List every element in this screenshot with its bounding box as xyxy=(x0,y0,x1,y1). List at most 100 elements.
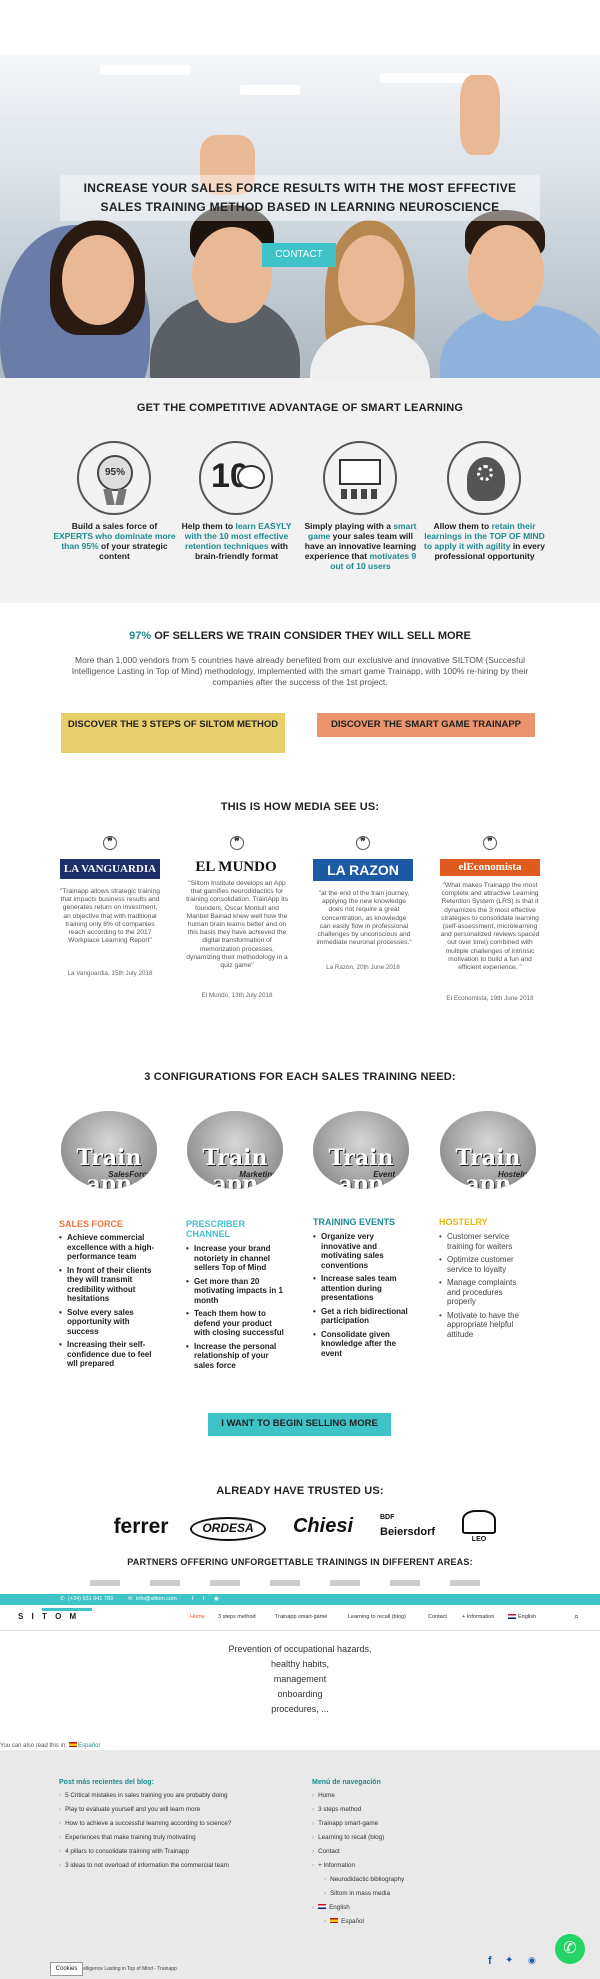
footer-blog-link[interactable]: Experiences that make training truly mot… xyxy=(59,1831,289,1845)
configs-title: 3 CONFIGURATIONS FOR EACH SALES TRAINING… xyxy=(144,1071,456,1083)
trainapp-tag: SalesForce xyxy=(108,1170,151,1179)
spanish-link[interactable]: Español xyxy=(78,1743,100,1749)
spain-flag-icon xyxy=(330,1918,339,1923)
gear-shape xyxy=(477,465,493,481)
ordesa-logo: ORDESA xyxy=(190,1517,266,1541)
team-screen-icon xyxy=(323,441,397,515)
trusted-title: ALREADY HAVE TRUSTED US: xyxy=(216,1485,384,1497)
config-point: Motivate to have the appropriate helpful… xyxy=(439,1311,531,1340)
person-face xyxy=(338,235,404,323)
hero-title-line: SALES TRAINING METHOD BASED IN LEARNING … xyxy=(100,200,500,214)
beiersdorf-logo: Beiersdorf xyxy=(380,1526,436,1538)
search-icon[interactable]: ⌕ xyxy=(574,1611,579,1622)
footer-blog-heading: Post más recientes del blog: xyxy=(59,1779,154,1786)
logo-accent xyxy=(42,1608,92,1611)
footer-blog-link[interactable]: 4 pillars to consolidate training with T… xyxy=(59,1845,289,1859)
ribbon xyxy=(103,489,115,505)
nav-3-steps[interactable]: 3 steps method xyxy=(218,1614,256,1620)
stats-headline: 97% OF SELLERS WE TRAIN CONSIDER THEY WI… xyxy=(0,630,600,642)
footer-menu-link[interactable]: Contact xyxy=(312,1845,512,1859)
uk-flag-icon xyxy=(318,1904,327,1909)
nav-information[interactable]: + Information xyxy=(462,1614,494,1620)
ceiling-light xyxy=(380,73,470,83)
footer-submenu-link[interactable]: Neurodidactic bibliography xyxy=(324,1873,512,1887)
media-quote: "at the end of the train journey, applyi… xyxy=(316,890,412,947)
medal-badge: 95% xyxy=(97,455,133,491)
config-title-channel: PRESCRIBER CHANNEL xyxy=(186,1219,246,1239)
config-point: Get a rich bidirectional participation xyxy=(313,1307,411,1326)
ceiling-light xyxy=(240,85,300,95)
discover-trainapp-button[interactable]: DISCOVER THE SMART GAME TRAINAPP xyxy=(317,713,535,737)
footer-language-english[interactable]: English xyxy=(312,1901,512,1915)
footer-language-label: English xyxy=(329,1904,350,1911)
trainapp-tag: Hostelry xyxy=(497,1170,530,1179)
site-logo[interactable]: S I T O M xyxy=(18,1612,79,1621)
phone-number[interactable]: (+34) 931 641 783 xyxy=(68,1594,113,1605)
quote-icon: ❞ xyxy=(230,836,244,850)
nav-trainapp[interactable]: Trainapp smart-game xyxy=(275,1614,327,1620)
footer-menu-link[interactable]: Trainapp smart-game xyxy=(312,1817,512,1831)
advantage-text: Build a sales force of xyxy=(71,521,158,531)
footer-facebook-icon[interactable]: f xyxy=(488,1955,492,1967)
training-topic: management xyxy=(273,1674,327,1684)
footer-menu-link[interactable]: Learning to recall (blog) xyxy=(312,1831,512,1845)
footer-blog-link[interactable]: How to achieve a successful learning acc… xyxy=(59,1817,289,1831)
config-point: Consolidate given knowledge after the ev… xyxy=(313,1330,411,1359)
config-title-salesforce: SALES FORCE xyxy=(59,1219,124,1229)
partner-logos-strip xyxy=(90,1580,510,1586)
discover-siltom-button[interactable]: DISCOVER THE 3 STEPS OF SILTOM METHOD xyxy=(61,713,285,753)
person-face xyxy=(62,235,134,325)
footer-menu-link[interactable]: Home xyxy=(312,1789,512,1803)
config-point: Increasing their self-confidence due to … xyxy=(59,1340,163,1369)
nav-contact[interactable]: Contact xyxy=(428,1614,447,1620)
whatsapp-icon[interactable]: ✆ xyxy=(555,1934,585,1964)
lavanguardia-logo: LA VANGUARDIA xyxy=(60,859,160,879)
partners-title: PARTNERS OFFERING UNFORGETTABLE TRAINING… xyxy=(127,1557,473,1567)
config-point: Manage complaints and procedures properl… xyxy=(439,1278,531,1307)
facebook-icon[interactable]: f xyxy=(192,1594,194,1605)
trainapp-word: Train app xyxy=(328,1145,394,1189)
nav-home[interactable]: Home xyxy=(190,1614,205,1620)
bdf-label: BDF xyxy=(380,1514,395,1521)
head-gears-icon xyxy=(447,441,521,515)
trainapp-word: Train app xyxy=(76,1145,142,1189)
trainapp-word: Train app xyxy=(202,1145,268,1189)
stats-percentage: 97% xyxy=(129,630,152,642)
footer-blog-link[interactable]: 5 Critical mistakes in sales training yo… xyxy=(59,1789,289,1803)
config-point: Teach them how to defend your product wi… xyxy=(186,1309,286,1338)
ceiling-light xyxy=(100,65,190,75)
config-point: Achieve commercial excellence with a hig… xyxy=(59,1233,163,1262)
hero-title-line: INCREASE YOUR SALES FORCE RESULTS WITH T… xyxy=(83,181,517,195)
footer-language-spanish[interactable]: Español xyxy=(324,1915,512,1929)
uk-flag-icon xyxy=(508,1614,516,1619)
footer-menu-link[interactable]: 3 steps method xyxy=(312,1803,512,1817)
ten-brain-icon: 10 xyxy=(199,441,273,515)
ribbon xyxy=(115,489,127,505)
contact-button[interactable]: CONTACT xyxy=(262,243,336,267)
footer-blog-link[interactable]: Play to evaluate yourself and you will l… xyxy=(59,1803,289,1817)
footer-submenu-link[interactable]: Siltom in mass media xyxy=(324,1887,512,1901)
advantage-item-game: Simply playing with a smart game your sa… xyxy=(298,521,423,571)
footer-blog-list: 5 Critical mistakes in sales training yo… xyxy=(59,1789,289,1873)
footer-menu-link[interactable]: + Information xyxy=(312,1859,512,1873)
eleconomista-logo: elEconomista xyxy=(440,859,540,876)
language-note: You can also read this in: Español xyxy=(0,1742,100,1749)
begin-selling-button[interactable]: I WANT TO BEGIN SELLING MORE xyxy=(208,1413,391,1436)
footer-blog-link[interactable]: 3 ideas to not overload of information t… xyxy=(59,1859,289,1873)
email-link[interactable]: info@siltom.com xyxy=(136,1594,177,1605)
hero-banner: INCREASE YOUR SALES FORCE RESULTS WITH T… xyxy=(0,55,600,378)
media-date: La Vanguardia, 15th July 2018 xyxy=(67,970,153,977)
cookies-button[interactable]: Cookies xyxy=(50,1962,83,1976)
media-date: El Mundo, 13th July 2018 xyxy=(201,992,273,999)
advantage-text: of your strategic content xyxy=(98,541,168,561)
advantage-item-retain: Allow them to retain their learnings in … xyxy=(422,521,547,561)
nav-blog[interactable]: Learning to recall (blog) xyxy=(348,1614,406,1620)
rss-icon[interactable]: ◉ xyxy=(214,1594,219,1605)
footer-twitter-icon[interactable]: ✦ xyxy=(505,1955,513,1966)
twitter-icon[interactable]: t xyxy=(203,1594,205,1605)
larazon-logo: LA RAZON xyxy=(313,859,413,881)
language-note-text: You can also read this in: xyxy=(0,1743,67,1749)
nav-language[interactable]: English xyxy=(518,1614,536,1620)
footer-rss-icon[interactable]: ◉ xyxy=(528,1955,536,1966)
media-quote: "Trainapp allows strategic training that… xyxy=(60,888,160,945)
